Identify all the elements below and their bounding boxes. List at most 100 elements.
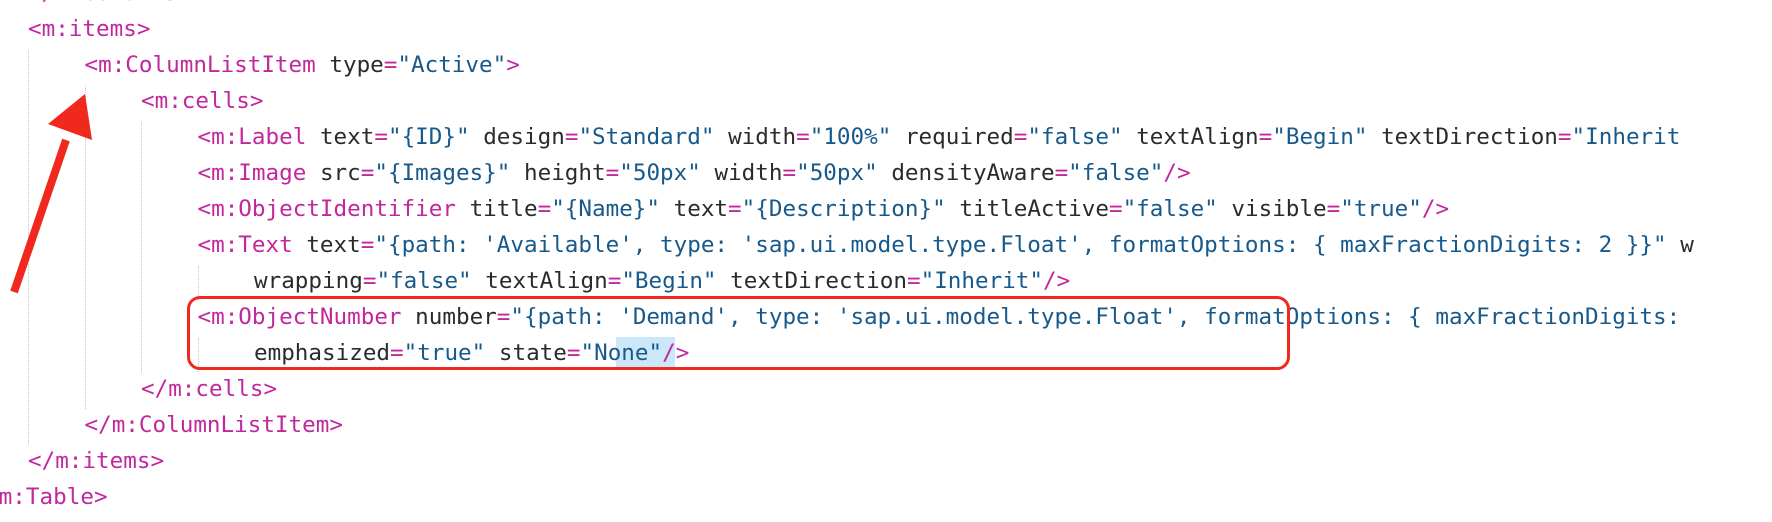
code-line: <m:Label text="{ID}" design="Standard" w… [198,119,1681,155]
equals-token: = [607,268,622,294]
code-line: <m:ObjectIdentifier title="{Name}" text=… [198,191,1450,227]
attribute-name-token: densityAware [891,160,1055,186]
attribute-name-token: src [319,160,361,186]
equals-token: = [1054,160,1069,186]
attribute-name-token: text [673,196,729,222]
attribute-name-token: width [728,124,797,150]
xml-tag-token: > [249,88,264,114]
attribute-name-token: titleActive [959,196,1109,222]
attribute-value-token: "false" [1068,160,1164,186]
attribute-value-token: "Active" [397,52,507,78]
attribute-value-token: "false" [1027,124,1123,150]
attribute-value-token: "{Description}" [741,196,946,222]
attribute-value-token: "{path: 'Available', type: 'sap.ui.model… [374,232,1667,258]
code-line: </m:items> [28,443,164,479]
code-line: <m:Text text="{path: 'Available', type: … [198,227,1694,263]
equals-token: = [906,268,921,294]
xml-tag-token: > [150,448,165,474]
xml-tag-token: /> [1043,268,1071,294]
equals-token: = [362,268,377,294]
xml-tag-token: <m:Image [197,160,307,186]
xml-tag-token: > [506,52,520,78]
attribute-name-token: type [329,52,384,78]
xml-tag-token: /> [1163,160,1191,186]
code-line: <m:Image src="{Images}" height="50px" wi… [198,155,1191,191]
attribute-name-token: height [524,160,606,186]
attribute-value-token: "50px" [619,160,701,186]
attribute-name-token: design [483,124,565,150]
red-arrow-icon [10,94,92,294]
xml-tag-token: > [263,376,278,402]
equals-token: = [360,232,375,258]
equals-token: = [1326,196,1341,222]
attribute-value-token: "{Name}" [551,196,661,222]
attribute-name-token: textDirection [1381,124,1558,150]
code-line: </m:Table> [0,479,108,515]
attribute-name-token: visible [1231,196,1327,222]
code-line: wrapping="false" textAlign="Begin" textD… [254,263,1070,299]
xml-tag-token: > [93,484,108,510]
code-line: </m:ColumnListItem> [85,407,343,443]
equals-token: = [1258,124,1273,150]
equals-token: = [1013,124,1028,150]
equals-token: = [374,124,388,150]
attribute-value-token: "50px" [796,160,878,186]
attribute-value-token: "{ID}" [387,124,470,150]
equals-token: = [564,124,579,150]
red-highlight-box [187,296,1290,370]
attribute-name-token: width [714,160,783,186]
attribute-name-token: text [306,232,361,258]
xml-tag-token: <m:Label [197,124,307,150]
attribute-value-token: "Begin" [621,268,717,294]
code-line: </m:cells> [141,371,277,407]
equals-token: = [728,196,742,222]
xml-tag-token: </m:Table [0,484,94,510]
attribute-value-token: "true" [1340,196,1422,222]
equals-token: = [1108,196,1123,222]
xml-tag-token: </m:cells [141,376,264,402]
equals-token: = [605,160,620,186]
xml-tag-token: /> [1421,196,1450,222]
attribute-name-token: textAlign [485,268,608,294]
attribute-name-token: required [904,124,1014,150]
equals-token: = [796,124,810,150]
xml-tag-token: > [329,412,343,438]
code-editor[interactable]: </m:columns><m:items><m:ColumnListItem t… [0,0,1772,522]
attribute-value-token: "{Images}" [374,160,511,186]
xml-tag-token: </m:items [28,448,151,474]
equals-token: = [383,52,398,78]
equals-token: = [782,160,797,186]
xml-tag-token: </m:ColumnListItem [84,412,330,438]
attribute-value-token: "Inherit" [920,268,1044,294]
attribute-value-token: "Standard" [578,124,715,150]
attribute-name-token: text [319,124,375,150]
attribute-name-token: textAlign [1136,124,1259,150]
equals-token: = [537,196,552,222]
attribute-name-token: textDirection [730,268,907,294]
equals-token: = [360,160,375,186]
attribute-name-token: wrapping [254,268,363,294]
equals-token: = [1557,124,1572,150]
attribute-value-token: "false" [376,268,472,294]
attribute-value-token: "Inherit [1571,124,1681,150]
attribute-name-token: w [1680,232,1694,258]
xml-tag-token: <m:Text [197,232,293,258]
